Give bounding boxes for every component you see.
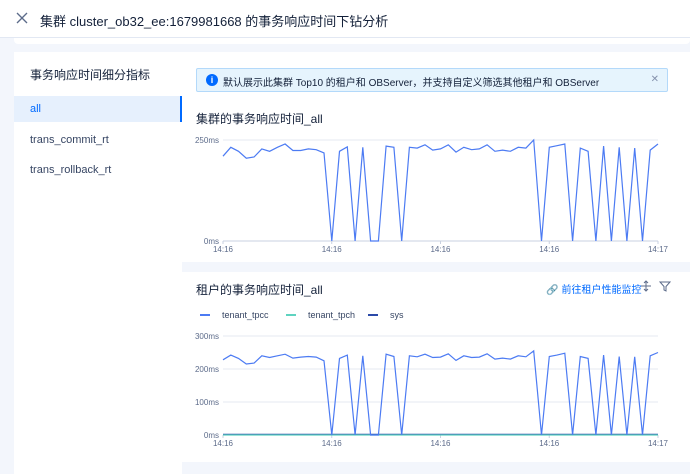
- x-tick-label: 14:17: [648, 245, 669, 254]
- legend-item-tenant_tpcc[interactable]: tenant_tpcc: [200, 310, 269, 320]
- legend-label: tenant_tpch: [308, 310, 356, 320]
- x-tick-label: 14:17: [648, 439, 669, 448]
- section-divider: [182, 262, 690, 272]
- filter-icon[interactable]: [659, 280, 671, 292]
- legend-label: sys: [390, 310, 404, 320]
- sidebar-item-all[interactable]: all: [14, 96, 182, 122]
- x-tick-label: 14:16: [213, 245, 234, 254]
- legend-item-tenant_tpch[interactable]: tenant_tpch: [286, 310, 355, 320]
- alert-close-icon[interactable]: ✕: [651, 74, 659, 85]
- sidebar-item-trans-rollback-rt[interactable]: trans_rollback_rt: [14, 157, 182, 183]
- chart-legend: tenant_tpcc tenant_tpch sys: [200, 310, 500, 324]
- y-tick-label: 250ms: [195, 136, 219, 145]
- tenant-monitor-link[interactable]: 🔗 前往租户性能监控: [546, 281, 641, 296]
- bottom-divider: [182, 462, 690, 474]
- cluster-rt-chart: 0ms250ms14:16 14:16 14:16 14:16 14:17: [195, 136, 669, 254]
- metric-sidebar: 事务响应时间细分指标 all trans_commit_rt trans_rol…: [14, 52, 182, 474]
- tenant-chart-title: 租户的事务响应时间_all: [196, 283, 323, 297]
- drawer-title: 集群 cluster_ob32_ee:1679981668 的事务响应时间下钻分…: [40, 14, 389, 29]
- legend-item-sys[interactable]: sys: [368, 310, 404, 320]
- x-tick-label: 14:16: [322, 439, 343, 448]
- drawer-header: 集群 cluster_ob32_ee:1679981668 的事务响应时间下钻分…: [0, 0, 690, 38]
- series-line-tenant_tpcc: [222, 349, 659, 436]
- info-icon: i: [206, 74, 218, 86]
- link-icon: 🔗: [546, 285, 559, 296]
- series-line-cluster: [222, 138, 659, 242]
- sidebar-item-trans-commit-rt[interactable]: trans_commit_rt: [14, 127, 182, 153]
- close-icon[interactable]: [14, 10, 30, 26]
- x-tick-label: 14:16: [539, 245, 560, 254]
- y-tick-label: 300ms: [195, 332, 219, 341]
- y-tick-label: 100ms: [195, 398, 219, 407]
- info-alert: i 默认展示此集群 Top10 的租户和 OBServer，并支持自定义筛选其他…: [196, 68, 668, 92]
- sidebar-title: 事务响应时间细分指标: [30, 68, 151, 82]
- expand-icon[interactable]: [640, 280, 652, 292]
- cluster-chart-title: 集群的事务响应时间_all: [196, 112, 323, 126]
- x-tick-label: 14:16: [430, 245, 451, 254]
- x-tick-label: 14:16: [430, 439, 451, 448]
- legend-swatch: [200, 314, 210, 316]
- x-tick-label: 14:16: [322, 245, 343, 254]
- y-tick-label: 200ms: [195, 365, 219, 374]
- legend-label: tenant_tpcc: [222, 310, 269, 320]
- legend-swatch: [368, 314, 378, 316]
- tenant-monitor-link-label: 前往租户性能监控: [561, 285, 642, 296]
- main-panel: i 默认展示此集群 Top10 的租户和 OBServer，并支持自定义筛选其他…: [182, 52, 690, 474]
- x-tick-label: 14:16: [213, 439, 234, 448]
- legend-swatch: [286, 314, 296, 316]
- tenant-rt-chart: 0ms100ms200ms300ms14:16 14:16 14:16 14:16 14…: [195, 332, 669, 448]
- top-strip: [14, 38, 690, 44]
- x-tick-label: 14:16: [539, 439, 560, 448]
- alert-text: 默认展示此集群 Top10 的租户和 OBServer，并支持自定义筛选其他租户…: [223, 78, 600, 89]
